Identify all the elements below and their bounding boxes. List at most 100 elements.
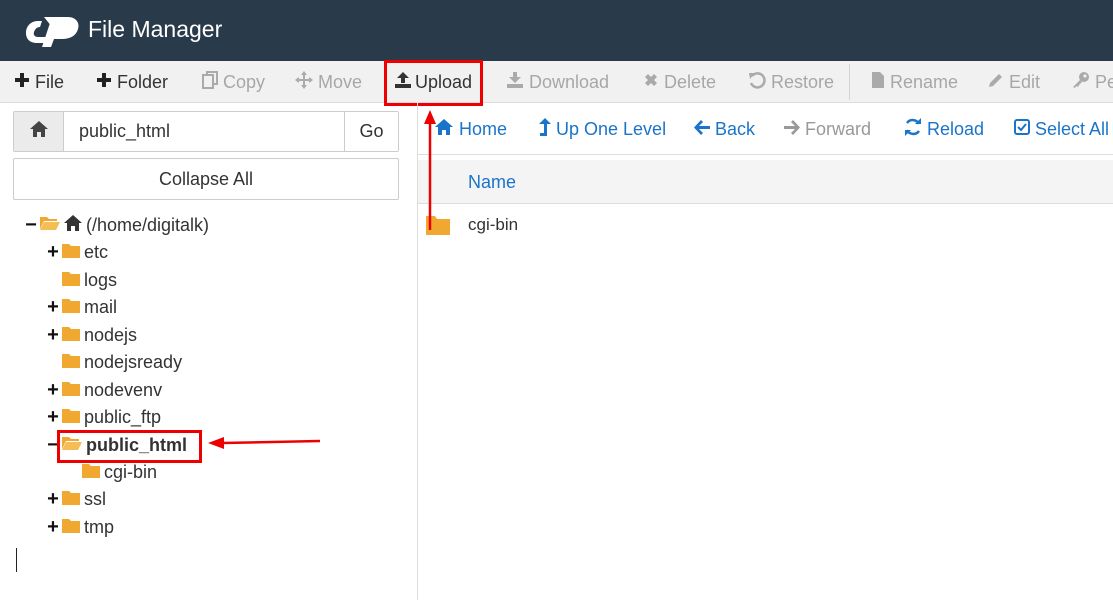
path-home-button[interactable]	[14, 112, 64, 151]
tree-item-label: nodejsready	[84, 351, 183, 372]
toolbar-divider	[849, 64, 850, 100]
tree-item[interactable]: + ssl	[46, 487, 106, 511]
rename-label: Rename	[890, 71, 959, 92]
delete-button[interactable]: Delete	[643, 61, 716, 103]
move-button[interactable]: Move	[295, 61, 362, 103]
download-label: Download	[529, 71, 610, 92]
arrow-right-icon	[784, 119, 800, 140]
tree-item[interactable]: + nodevenv	[46, 378, 162, 402]
tree-expand-toggle[interactable]: +	[46, 379, 60, 402]
folder-icon	[62, 325, 80, 346]
text-cursor	[16, 548, 17, 572]
home-icon	[434, 118, 454, 140]
tree-item[interactable]: + mail	[46, 295, 117, 319]
rename-button[interactable]: Rename	[871, 61, 958, 103]
forward-button[interactable]: Forward	[784, 103, 871, 155]
select-all-button[interactable]: Select All	[1014, 103, 1109, 155]
toolbar: File Folder Copy Move Upload Download De…	[0, 61, 1113, 103]
home-nav-label: Home	[459, 118, 508, 139]
tree-item[interactable]: nodejsready	[46, 350, 182, 374]
arrow-left-icon	[694, 119, 710, 140]
home-icon	[64, 214, 82, 236]
new-folder-label: Folder	[117, 71, 169, 92]
tree-expand-toggle[interactable]: +	[46, 241, 60, 264]
file-name: cgi-bin	[468, 215, 519, 234]
tree-expand-toggle[interactable]: +	[46, 324, 60, 347]
app-title: File Manager	[88, 16, 223, 42]
key-icon	[1072, 71, 1090, 94]
download-button[interactable]: Download	[506, 61, 609, 103]
plus-icon	[14, 72, 30, 93]
edit-label: Edit	[1009, 71, 1041, 92]
file-icon	[871, 71, 885, 94]
upload-highlight-box	[384, 60, 483, 106]
permissions-button[interactable]: Pe	[1072, 61, 1113, 103]
back-button[interactable]: Back	[694, 103, 755, 155]
tree-item-label: tmp	[84, 516, 115, 537]
restore-label: Restore	[771, 71, 835, 92]
tree-expand-toggle[interactable]: +	[46, 488, 60, 511]
path-input[interactable]	[65, 112, 345, 151]
tree-root[interactable]: − (/home/digitalk)	[24, 213, 209, 237]
reload-label: Reload	[927, 118, 985, 139]
folder-icon	[426, 215, 450, 240]
tree-item-label: logs	[84, 269, 118, 290]
download-icon	[506, 71, 524, 94]
public-html-highlight-box	[57, 430, 202, 463]
tree-collapse-toggle[interactable]: −	[24, 214, 38, 237]
permissions-label: Pe	[1095, 71, 1113, 92]
cpanel-logo-icon[interactable]	[24, 13, 84, 49]
file-row[interactable]: cgi-bin	[418, 206, 1113, 244]
new-file-label: File	[35, 71, 65, 92]
forward-label: Forward	[805, 118, 872, 139]
delete-label: Delete	[664, 71, 717, 92]
move-label: Move	[318, 71, 363, 92]
folder-icon	[62, 489, 80, 510]
home-icon	[29, 121, 48, 142]
select-all-label: Select All	[1035, 118, 1110, 139]
directory-tree-panel: Go Collapse All − (/home/digitalk) + etc…	[0, 103, 418, 600]
tree-item[interactable]: + tmp	[46, 515, 114, 539]
navigation-bar: Home Up One Level Back Forward Reload Se…	[418, 103, 1113, 155]
tree-item-label: cgi-bin	[104, 461, 158, 482]
up-one-level-label: Up One Level	[556, 118, 667, 139]
level-up-icon	[539, 117, 551, 141]
folder-icon	[62, 380, 80, 401]
app-header: File Manager	[0, 0, 1113, 61]
refresh-icon	[904, 117, 922, 141]
pencil-icon	[988, 72, 1004, 93]
new-file-button[interactable]: File	[14, 61, 64, 103]
copy-button[interactable]: Copy	[202, 61, 265, 103]
tree-item[interactable]: logs	[46, 268, 117, 292]
folder-icon	[62, 407, 80, 428]
collapse-all-button[interactable]: Collapse All	[13, 158, 399, 200]
tree-item[interactable]: cgi-bin	[82, 460, 157, 484]
tree-expand-toggle[interactable]: +	[46, 296, 60, 319]
restore-button[interactable]: Restore	[748, 61, 834, 103]
folder-open-icon	[40, 215, 60, 236]
tree-item-label: etc	[84, 241, 109, 262]
copy-icon	[202, 70, 218, 94]
name-column-label: Name	[468, 172, 517, 192]
tree-item[interactable]: + nodejs	[46, 323, 137, 347]
move-icon	[295, 70, 313, 94]
name-column-header[interactable]: Name	[418, 160, 1113, 204]
path-bar: Go	[13, 111, 399, 152]
tree-item-label: ssl	[84, 488, 106, 509]
folder-icon	[62, 270, 80, 291]
reload-button[interactable]: Reload	[904, 103, 984, 155]
tree-item[interactable]: + etc	[46, 240, 108, 264]
home-nav-button[interactable]: Home	[434, 103, 507, 155]
check-square-icon	[1014, 118, 1030, 140]
plus-icon	[96, 72, 112, 93]
up-one-level-button[interactable]: Up One Level	[539, 103, 666, 155]
path-go-button[interactable]: Go	[344, 112, 398, 151]
tree-expand-toggle[interactable]: +	[46, 406, 60, 429]
tree-expand-toggle[interactable]: +	[46, 516, 60, 539]
edit-button[interactable]: Edit	[988, 61, 1040, 103]
undo-icon	[748, 71, 766, 94]
file-list-panel: Home Up One Level Back Forward Reload Se…	[418, 103, 1113, 600]
tree-item[interactable]: + public_ftp	[46, 405, 161, 429]
new-folder-button[interactable]: Folder	[96, 61, 168, 103]
tree-item-label: public_ftp	[84, 406, 162, 427]
